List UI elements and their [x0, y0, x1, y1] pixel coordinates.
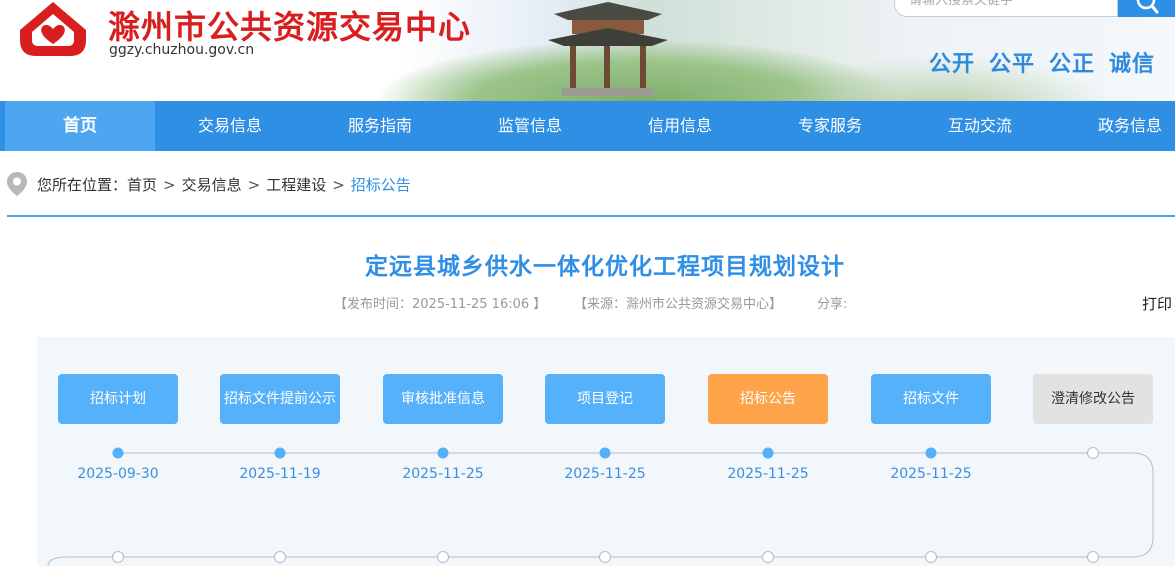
step-dot-pending	[437, 551, 449, 563]
step-clarification[interactable]: 澄清修改公告	[1033, 374, 1153, 424]
step-dot-pending	[1087, 447, 1099, 459]
step-doc-preview[interactable]: 招标文件提前公示	[220, 374, 340, 424]
step-date: 2025-11-25	[564, 466, 646, 482]
step-dot-current	[762, 447, 774, 459]
step-dot-done	[599, 447, 611, 459]
step-date: 2025-11-25	[402, 466, 484, 482]
step-dot-pending	[762, 551, 774, 563]
step-dot-done	[437, 447, 449, 459]
step-dot-done	[925, 447, 937, 459]
step-dot-pending	[274, 551, 286, 563]
step-date: 2025-11-19	[239, 466, 321, 482]
step-dot-done	[274, 447, 286, 459]
step-bid-plan[interactable]: 招标计划	[58, 374, 178, 424]
step-bid-announcement[interactable]: 招标公告	[708, 374, 828, 424]
step-date: 2025-11-25	[890, 466, 972, 482]
step-date: 2025-11-25	[727, 466, 809, 482]
step-dot-pending	[599, 551, 611, 563]
step-bid-documents[interactable]: 招标文件	[871, 374, 991, 424]
step-dot-pending	[925, 551, 937, 563]
step-approval-info[interactable]: 审核批准信息	[383, 374, 503, 424]
step-date: 2025-09-30	[77, 466, 159, 482]
step-dot-pending	[1087, 551, 1099, 563]
step-dot-pending	[112, 551, 124, 563]
step-dot-done	[112, 447, 124, 459]
step-project-registration[interactable]: 项目登记	[545, 374, 665, 424]
